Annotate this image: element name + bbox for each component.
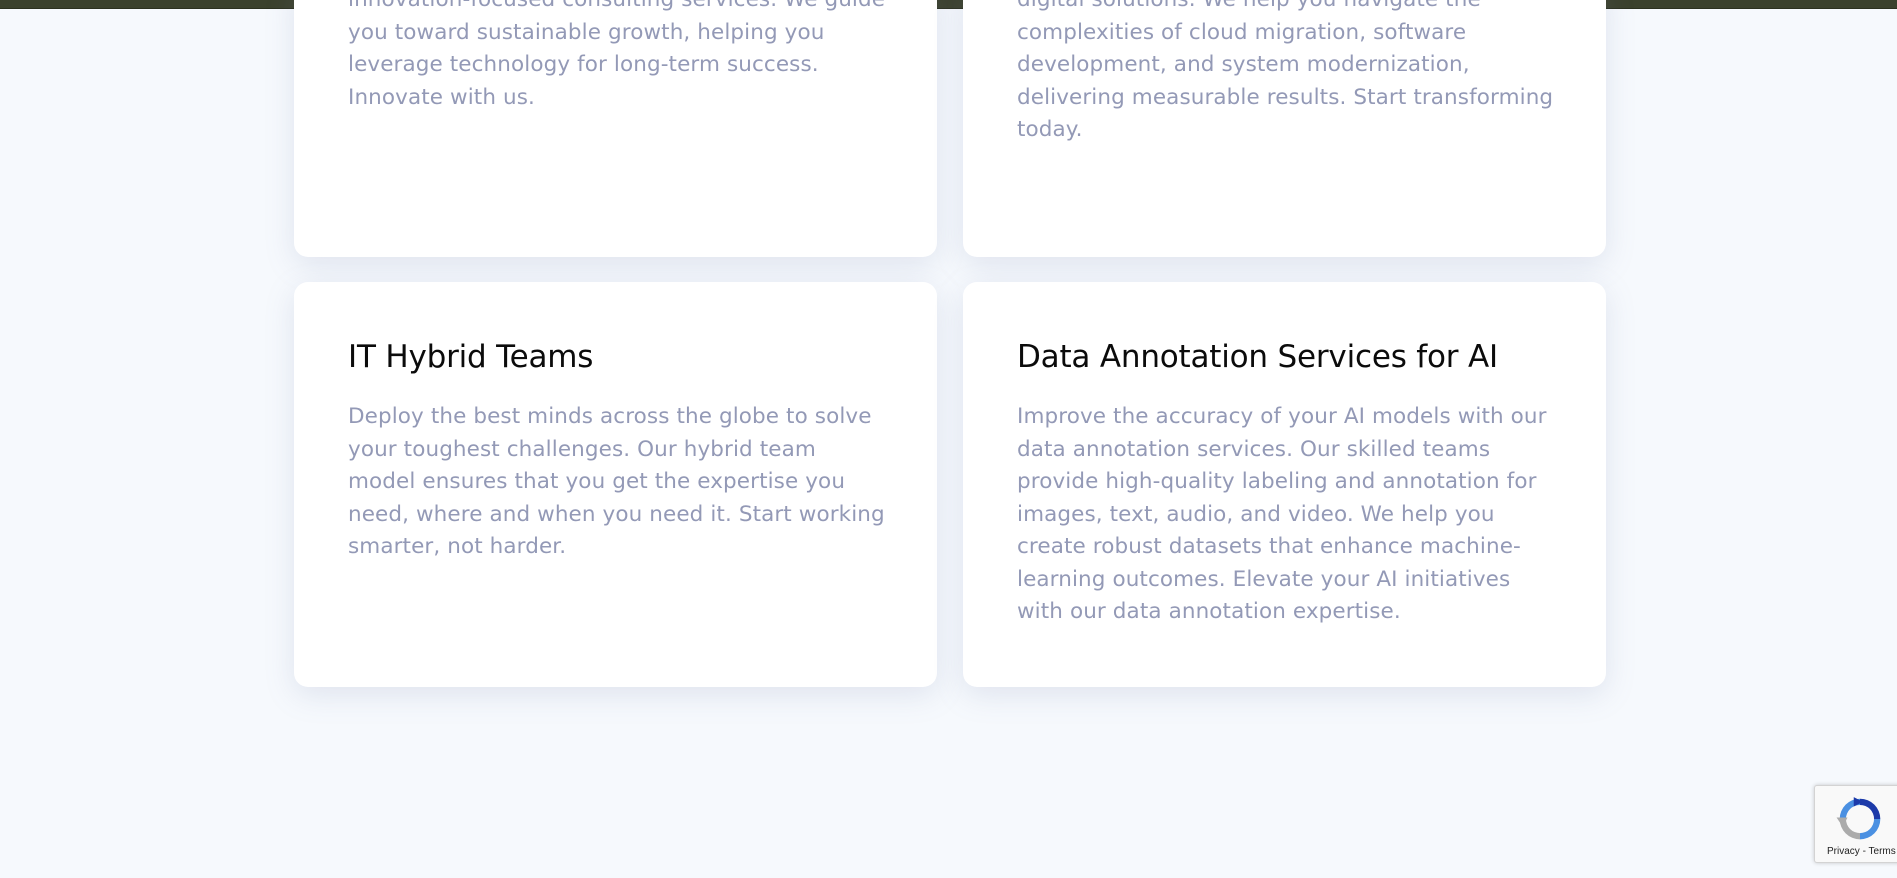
card-description: innovation-focused consulting services. … [348,0,885,110]
recaptcha-privacy-link[interactable]: Privacy [1827,846,1860,857]
card-description: Improve the accuracy of your AI models w… [1017,404,1547,624]
recaptcha-links: Privacy - Terms [1827,846,1896,857]
card-title: IT Hybrid Teams [348,339,594,375]
card-description: Deploy the best minds across the globe t… [348,404,885,559]
recaptcha-separator: - [1859,846,1869,857]
recaptcha-terms-link[interactable]: Terms [1869,846,1896,857]
card-title: Data Annotation Services for AI [1017,339,1498,375]
service-card-it-hybrid-teams: IT Hybrid Teams Deploy the best minds ac… [294,282,937,687]
service-card-digital-transformation: digital solutions. We help you navigate … [963,0,1606,257]
recaptcha-icon [1836,797,1881,840]
service-card-consulting: innovation-focused consulting services. … [294,0,937,257]
recaptcha-badge[interactable]: Privacy - Terms [1814,785,1897,863]
card-description: digital solutions. We help you navigate … [1017,0,1554,142]
service-card-data-annotation: Data Annotation Services for AI Improve … [963,282,1606,687]
top-navigation-bar [0,0,1897,9]
